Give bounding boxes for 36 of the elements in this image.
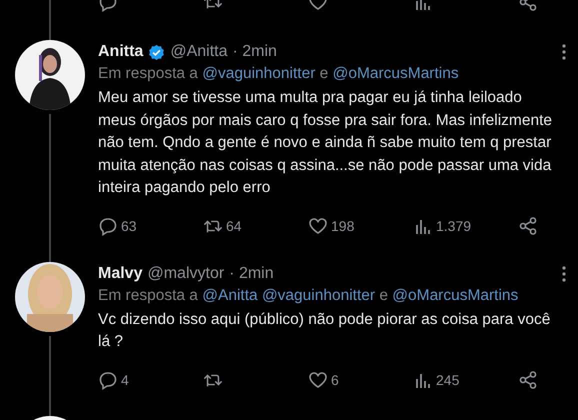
share-button[interactable] xyxy=(518,370,538,390)
mention-link[interactable]: @Anitta xyxy=(202,286,258,304)
views-count: 245 xyxy=(436,372,460,388)
more-options-icon[interactable] xyxy=(562,44,566,60)
user-name[interactable]: Anitta xyxy=(98,43,144,61)
reply-button[interactable] xyxy=(98,370,118,390)
mention-link[interactable]: @vaguinhonitter xyxy=(202,65,316,82)
more-options-icon[interactable] xyxy=(562,266,566,282)
heart-icon xyxy=(308,370,328,390)
reply-icon xyxy=(98,370,118,390)
views-count: 1.379 xyxy=(436,218,472,234)
like-count: 6 xyxy=(331,372,339,388)
mention-link[interactable]: @oMarcusMartins xyxy=(332,65,459,82)
share-icon xyxy=(518,216,538,236)
user-name[interactable]: Malvy xyxy=(98,264,142,282)
timestamp: · 2min xyxy=(229,264,274,282)
mention-link[interactable]: @vaguinhonitter xyxy=(262,286,376,304)
retweet-count: 64 xyxy=(226,218,242,234)
heart-icon xyxy=(308,216,328,236)
reply-count: 63 xyxy=(121,218,137,234)
like-button[interactable] xyxy=(308,370,328,390)
tweet-text: Meu amor se tivesse uma multa pra pagar eu já tinha leiloado meus órgãos por mais caro q fosse pra sair fora. Mas infelizmente não tem. Qndo a gente é novo e ainda ñ sabe muito tem q prestar muita atenção nas coisas q assina...se não pode passar uma vida inteira pagando pelo erro xyxy=(98,88,553,198)
share-icon xyxy=(518,370,538,390)
user-handle[interactable]: @malvytor xyxy=(147,264,224,282)
share-button[interactable] xyxy=(518,216,538,236)
timestamp: · 2min xyxy=(232,43,277,61)
tweet-text: Vc dizendo isso aqui (público) não pode piorar as coisa para você lá ? xyxy=(98,310,552,352)
user-handle[interactable]: @Anitta xyxy=(170,43,228,61)
reply-icon xyxy=(98,216,118,236)
mention-link[interactable]: @oMarcusMartins xyxy=(392,286,518,304)
reply-button[interactable] xyxy=(98,216,118,236)
like-button[interactable] xyxy=(308,216,328,236)
reply-context: Em resposta a @Anitta @vaguinhonitter e @oMarcusMartins xyxy=(98,286,520,304)
reply-count: 4 xyxy=(121,372,129,388)
reply-context: Em resposta a @vaguinhonitter e @oMarcusMartins xyxy=(98,65,460,83)
like-count: 198 xyxy=(331,218,354,234)
